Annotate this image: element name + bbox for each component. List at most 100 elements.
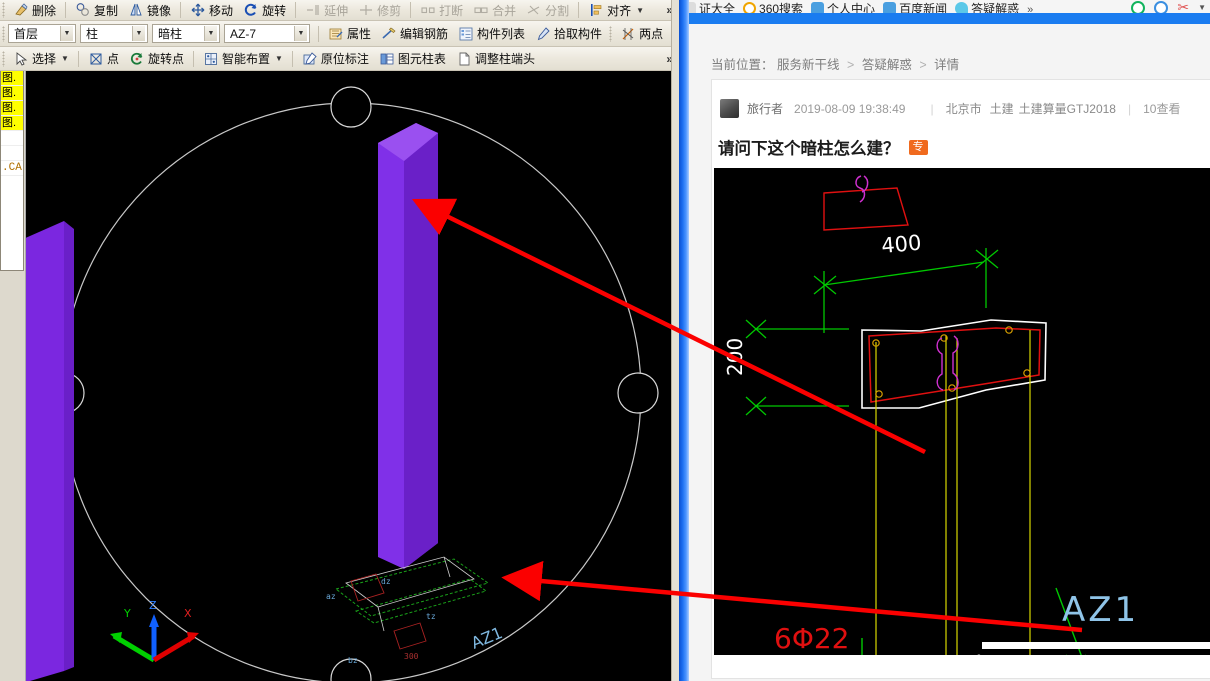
point-button[interactable]: 点 bbox=[83, 49, 124, 68]
axis-label-y: Y bbox=[123, 607, 131, 620]
mirror-icon bbox=[128, 2, 144, 18]
breadcrumb-separator: > bbox=[919, 58, 927, 72]
properties-button[interactable]: 属性 bbox=[323, 24, 376, 43]
delete-button[interactable]: 删除 bbox=[8, 1, 61, 20]
breadcrumb-item-1[interactable]: 服务新干线 bbox=[777, 58, 840, 72]
web-page-body: 当前位置： 服务新干线 > 答疑解惑 > 详情 旅行者 2019-08-09 1… bbox=[689, 24, 1210, 681]
split-button[interactable]: 分割 bbox=[521, 1, 574, 20]
chevron-down-icon[interactable]: ▼ bbox=[1198, 3, 1206, 12]
trim-label: 修剪 bbox=[377, 3, 402, 18]
adjust-column-end-icon bbox=[456, 51, 472, 67]
component-name-select[interactable]: AZ-7 ▼ bbox=[224, 24, 310, 43]
handle-right[interactable] bbox=[617, 372, 659, 414]
handle-top[interactable] bbox=[330, 86, 372, 128]
pick-component-label: 拾取构件 bbox=[554, 27, 603, 41]
bookmark-item[interactable]: 证大全 bbox=[689, 0, 735, 13]
extend-icon bbox=[305, 2, 321, 18]
edit-rebar-label: 编辑钢筋 bbox=[400, 27, 449, 41]
edit-rebar-button[interactable]: 编辑钢筋 bbox=[376, 24, 453, 43]
component-list-button[interactable]: 构件列表 bbox=[453, 24, 530, 43]
browser-tab-strip bbox=[689, 13, 1210, 24]
merge-label: 合并 bbox=[492, 3, 517, 18]
cad-3d-viewport[interactable]: az dz tz bz 300 AZ1 Y Z X bbox=[26, 71, 679, 681]
column-secondary[interactable] bbox=[26, 221, 74, 681]
bookmark-overflow-button[interactable]: » bbox=[1027, 4, 1033, 13]
screenshot-root: 删除 复制 镜像 移动 旋转 延伸 修剪 打断 合并 分割 对齐 ▼ » 首层 … bbox=[0, 0, 1210, 681]
breadcrumb-item-2[interactable]: 答疑解惑 bbox=[862, 58, 912, 72]
element-column-table-button[interactable]: 图元柱表 bbox=[374, 49, 451, 68]
merge-button[interactable]: 合并 bbox=[468, 1, 521, 20]
user-center-icon bbox=[811, 2, 825, 13]
in-situ-annotation-icon bbox=[302, 51, 318, 67]
rotate-button[interactable]: 旋转 bbox=[238, 1, 291, 20]
post-drawing-image[interactable]: 400 200 6Φ22 AZ1 bbox=[714, 168, 1210, 655]
list-item[interactable]: 图. bbox=[1, 101, 23, 116]
post-category: 土建 bbox=[989, 102, 1014, 116]
browser-window: 证大全 360搜索 个人中心 百度新闻 答疑解惑 » ✂ ▼ 当前位置： 服务新… bbox=[689, 0, 1210, 681]
split-label: 分割 bbox=[545, 3, 570, 18]
adjust-column-end-button[interactable]: 调整柱端头 bbox=[451, 49, 540, 68]
trim-button[interactable]: 修剪 bbox=[353, 1, 406, 20]
toolbar-separator bbox=[578, 2, 580, 18]
toolbar-row-component: 首层 ▼ 柱 ▼ 暗柱 ▼ AZ-7 ▼ 属性 编辑钢筋 构件列表 拾取构件 两… bbox=[0, 21, 679, 47]
align-icon bbox=[588, 2, 604, 18]
align-button[interactable]: 对齐 ▼ bbox=[583, 1, 649, 20]
post-author[interactable]: 旅行者 bbox=[747, 100, 783, 117]
mirror-button[interactable]: 镜像 bbox=[123, 1, 176, 20]
breadcrumb-colon: ： bbox=[761, 58, 774, 72]
bookmark-item[interactable]: 个人中心 bbox=[811, 0, 875, 13]
browser-toolbar-icons: ✂ ▼ bbox=[1131, 0, 1206, 13]
toolbar-grip[interactable] bbox=[2, 25, 5, 42]
list-item[interactable]: .CA bbox=[1, 161, 23, 176]
bookmark-item[interactable]: 答疑解惑 bbox=[955, 0, 1019, 13]
column-primary[interactable] bbox=[378, 123, 438, 569]
post-date: 2019-08-09 19:38:49 bbox=[794, 101, 906, 116]
toolbar-grip[interactable] bbox=[2, 50, 5, 67]
align-label: 对齐 bbox=[607, 3, 632, 18]
toolbar-separator bbox=[77, 50, 79, 67]
avatar[interactable] bbox=[720, 99, 739, 118]
component-type-select[interactable]: 柱 ▼ bbox=[80, 24, 148, 43]
move-button[interactable]: 移动 bbox=[185, 1, 238, 20]
list-item[interactable] bbox=[1, 131, 23, 146]
select-button[interactable]: 选择 ▼ bbox=[8, 49, 74, 68]
smiley-ring-icon[interactable] bbox=[1154, 0, 1169, 13]
toolbar-grip[interactable] bbox=[2, 2, 5, 18]
bookmark-label: 个人中心 bbox=[827, 2, 876, 13]
breadcrumb-item-3: 详情 bbox=[934, 58, 960, 72]
dimension-label-height: 200 bbox=[723, 338, 747, 376]
toolbar-grip[interactable] bbox=[609, 25, 613, 42]
edit-rebar-icon bbox=[381, 26, 397, 42]
smart-layout-button[interactable]: 智能布置 ▼ bbox=[198, 49, 288, 68]
rotate-point-button[interactable]: 旋转点 bbox=[124, 49, 189, 68]
scissors-icon[interactable]: ✂ bbox=[1177, 0, 1189, 13]
pick-component-button[interactable]: 拾取构件 bbox=[530, 24, 607, 43]
floor-select[interactable]: 首层 ▼ bbox=[8, 24, 76, 43]
rotate-point-label: 旋转点 bbox=[147, 52, 184, 66]
chevron-down-icon: ▼ bbox=[61, 54, 69, 63]
axis-label-z: Z bbox=[149, 599, 157, 612]
component-subtype-select[interactable]: 暗柱 ▼ bbox=[152, 24, 220, 43]
list-item[interactable]: 图. bbox=[1, 71, 23, 86]
qa-icon bbox=[955, 2, 969, 13]
copy-button[interactable]: 复制 bbox=[70, 1, 123, 20]
list-item[interactable]: 图. bbox=[1, 116, 23, 131]
base-label-2: dz bbox=[381, 577, 391, 586]
in-situ-annotation-button[interactable]: 原位标注 bbox=[297, 49, 374, 68]
split-icon bbox=[526, 2, 542, 18]
extend-button[interactable]: 延伸 bbox=[300, 1, 353, 20]
bookmark-item[interactable]: 百度新闻 bbox=[883, 0, 947, 13]
bookmark-item[interactable]: 360搜索 bbox=[743, 0, 803, 13]
chevron-down-icon: ▼ bbox=[132, 26, 145, 41]
search-icon bbox=[743, 2, 757, 13]
two-point-button[interactable]: 两点 bbox=[615, 24, 668, 43]
copy-label: 复制 bbox=[94, 3, 119, 18]
break-button[interactable]: 打断 bbox=[415, 1, 468, 20]
meta-separator: | bbox=[1127, 101, 1132, 116]
shield-ring-icon[interactable] bbox=[1131, 0, 1146, 13]
page-title: 请问下这个暗柱怎么建？ 专 bbox=[718, 135, 928, 159]
layer-list-panel: 层) 图. 图. 图. 图. .CA bbox=[0, 71, 24, 271]
window-divider bbox=[679, 0, 689, 681]
eraser-icon bbox=[13, 2, 29, 18]
list-item[interactable]: 图. bbox=[1, 86, 23, 101]
